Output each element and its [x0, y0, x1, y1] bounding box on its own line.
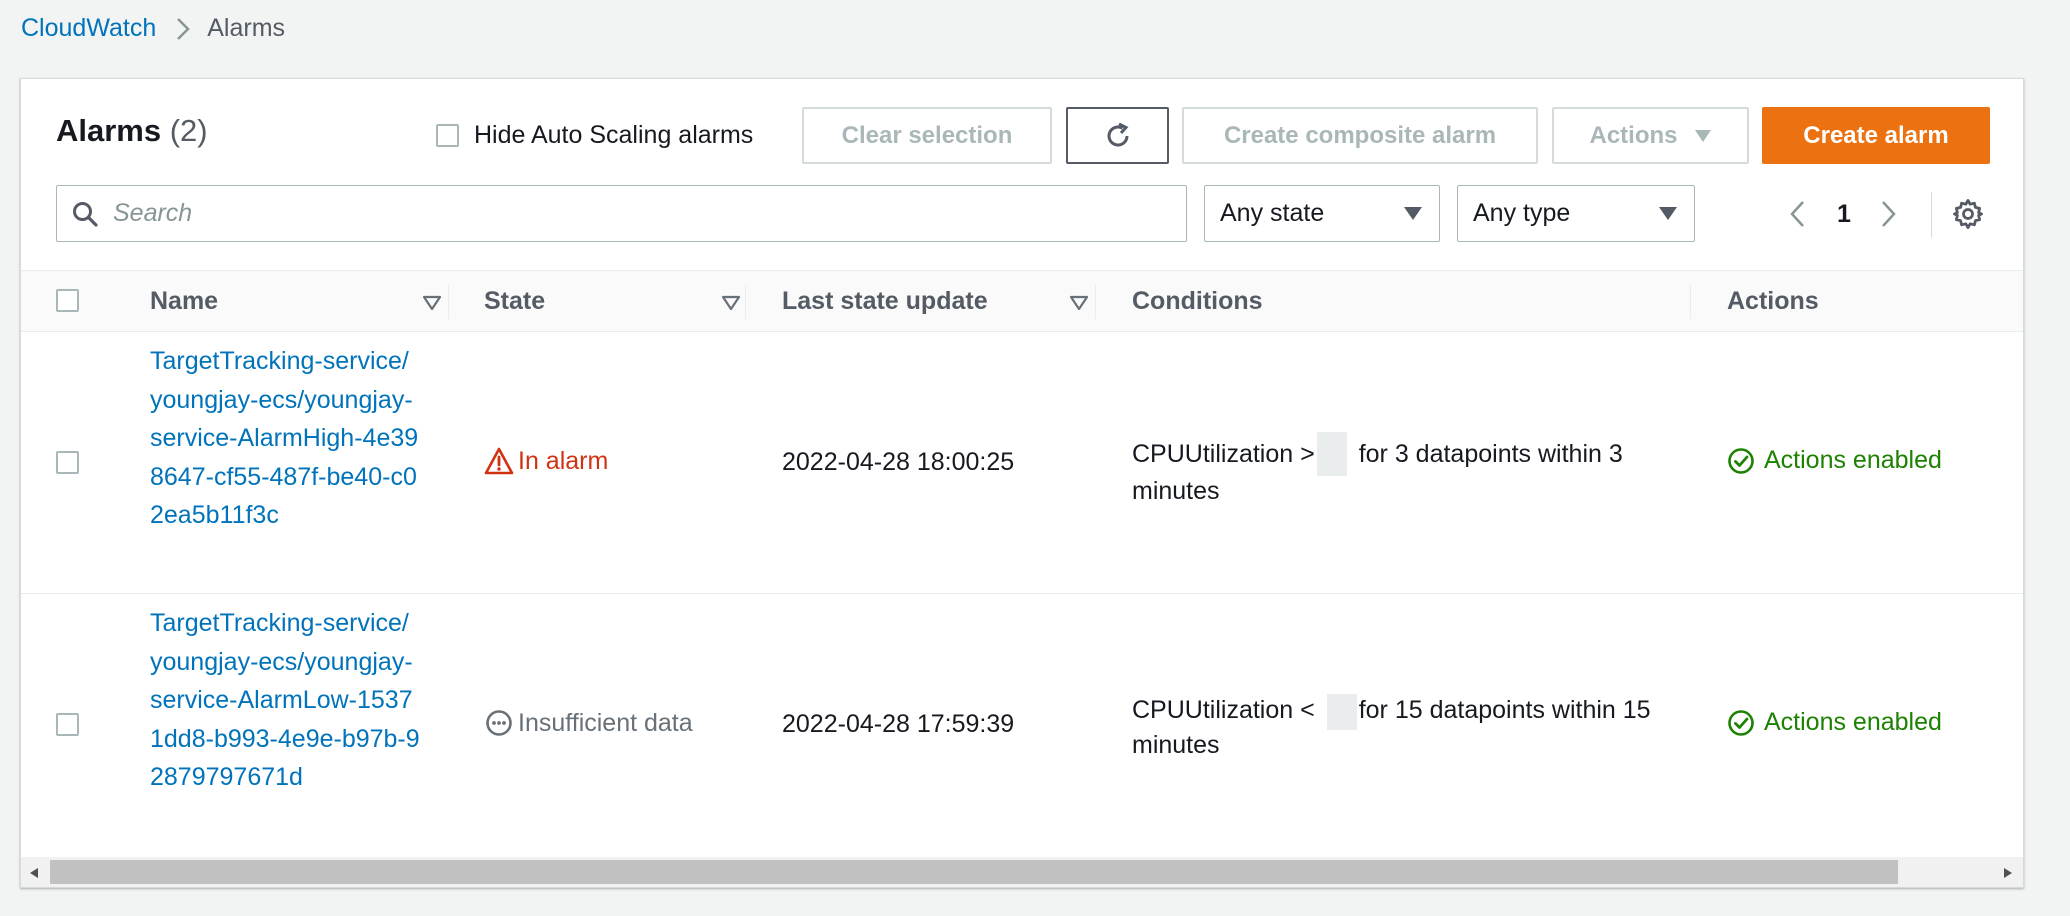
last-state-update: 2022-04-28 18:00:25: [782, 448, 1015, 476]
hide-autoscaling-toggle[interactable]: Hide Auto Scaling alarms: [436, 121, 753, 150]
create-composite-alarm-button[interactable]: Create composite alarm: [1182, 107, 1538, 164]
column-header-state-label: State: [484, 286, 546, 315]
warning-triangle-icon: [484, 446, 514, 476]
column-header-state[interactable]: State: [484, 271, 782, 331]
panel-title: Alarms (2): [56, 113, 208, 149]
select-all-checkbox[interactable]: [56, 289, 79, 312]
actions-status-label: Actions enabled: [1764, 446, 1942, 474]
column-header-conditions-label: Conditions: [1132, 286, 1263, 315]
check-circle-icon: [1727, 447, 1755, 475]
chevron-right-icon: [176, 17, 191, 41]
table-row: TargetTracking-service/youngjay-ecs/youn…: [21, 594, 2023, 856]
search-icon: [71, 200, 99, 228]
ellipsis-circle-icon: [484, 708, 514, 738]
table-row: TargetTracking-service/youngjay-ecs/youn…: [21, 332, 2023, 594]
caret-down-icon: [1694, 129, 1712, 143]
breadcrumb: CloudWatch Alarms: [21, 14, 285, 43]
horizontal-scrollbar[interactable]: [21, 857, 2023, 887]
alarm-count: (2): [169, 113, 208, 148]
chevron-right-icon[interactable]: [1881, 200, 1897, 228]
alarm-state: In alarm: [484, 446, 608, 476]
alarm-conditions: CPUUtilization > for 3 datapoints within …: [1132, 432, 1652, 507]
alarm-state-label: In alarm: [518, 446, 609, 475]
alarm-state: Insufficient data: [484, 708, 693, 738]
scrollbar-thumb[interactable]: [50, 860, 1898, 884]
refresh-button[interactable]: [1066, 107, 1169, 164]
breadcrumb-cloudwatch-link[interactable]: CloudWatch: [21, 14, 156, 43]
current-page-number[interactable]: 1: [1837, 200, 1851, 229]
sort-icon[interactable]: [1069, 295, 1089, 311]
column-header-name[interactable]: Name: [150, 271, 448, 331]
condition-prefix: CPUUtilization >: [1132, 440, 1315, 468]
type-filter-select[interactable]: Any type: [1457, 185, 1695, 242]
redacted-threshold: [1316, 432, 1347, 476]
pagination: 1: [1789, 191, 1897, 237]
gear-icon[interactable]: [1952, 198, 1984, 230]
scroll-right-arrow-icon[interactable]: [2003, 867, 2013, 879]
caret-down-icon: [1403, 206, 1423, 221]
alarm-name-link[interactable]: TargetTracking-service/youngjay-ecs/youn…: [150, 342, 420, 535]
column-header-name-label: Name: [150, 286, 219, 315]
alarm-name-link[interactable]: TargetTracking-service/youngjay-ecs/youn…: [150, 604, 420, 797]
column-header-actions: Actions: [1727, 271, 2017, 331]
row-checkbox[interactable]: [56, 451, 79, 474]
chevron-left-icon[interactable]: [1789, 200, 1805, 228]
caret-down-icon: [1658, 206, 1678, 221]
hide-autoscaling-label: Hide Auto Scaling alarms: [474, 121, 754, 149]
hide-autoscaling-checkbox[interactable]: [436, 124, 459, 147]
actions-status: Actions enabled: [1727, 446, 1942, 475]
actions-status: Actions enabled: [1727, 708, 1942, 737]
actions-dropdown-button[interactable]: Actions: [1552, 107, 1749, 164]
actions-status-label: Actions enabled: [1764, 708, 1942, 736]
alarm-conditions: CPUUtilization < for 15 datapoints within…: [1132, 694, 1652, 761]
check-circle-icon: [1727, 709, 1755, 737]
actions-label: Actions: [1589, 121, 1678, 149]
column-divider: [1690, 285, 1691, 319]
search-input[interactable]: [113, 199, 1113, 228]
panel-title-text: Alarms: [56, 113, 162, 148]
column-divider: [448, 285, 449, 319]
table-header: Name State Last state update Conditions …: [21, 270, 2023, 332]
search-field[interactable]: [56, 185, 1187, 242]
alarms-panel: Alarms (2) Hide Auto Scaling alarms Clea…: [20, 78, 2024, 888]
column-divider: [1095, 285, 1096, 319]
column-header-actions-label: Actions: [1727, 286, 1819, 315]
column-header-conditions: Conditions: [1132, 271, 1652, 331]
state-filter-select[interactable]: Any state: [1204, 185, 1440, 242]
clear-selection-button[interactable]: Clear selection: [802, 107, 1052, 164]
redacted-threshold: [1326, 694, 1357, 730]
row-checkbox[interactable]: [56, 713, 79, 736]
breadcrumb-current: Alarms: [207, 14, 286, 42]
scroll-left-arrow-icon[interactable]: [29, 867, 39, 879]
condition-prefix: CPUUtilization <: [1132, 696, 1315, 724]
last-state-update: 2022-04-28 17:59:39: [782, 710, 1015, 738]
column-header-last-update-label: Last state update: [782, 286, 988, 315]
sort-icon[interactable]: [422, 295, 442, 311]
alarm-state-label: Insufficient data: [518, 708, 693, 737]
sort-icon[interactable]: [721, 295, 741, 311]
column-divider: [745, 285, 746, 319]
state-filter-value: Any state: [1220, 199, 1325, 227]
refresh-icon: [1103, 121, 1133, 151]
column-header-last-update[interactable]: Last state update: [782, 271, 1132, 331]
create-alarm-button[interactable]: Create alarm: [1762, 107, 1990, 164]
type-filter-value: Any type: [1473, 199, 1571, 227]
pagination-divider: [1931, 192, 1932, 238]
